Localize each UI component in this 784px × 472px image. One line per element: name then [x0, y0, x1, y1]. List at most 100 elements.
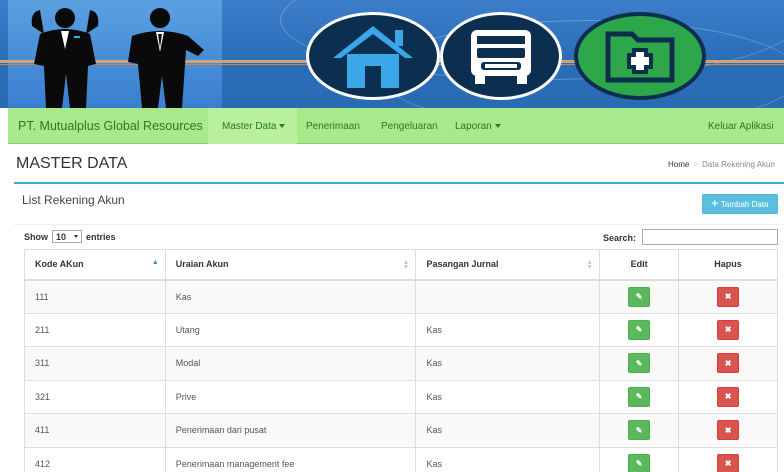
edit-icon: ✎	[635, 358, 643, 368]
caret-down-icon	[494, 124, 501, 129]
brand-link[interactable]: PT. Mutualplus Global Resources	[18, 119, 203, 133]
cell-pasangan: Kas	[415, 446, 601, 472]
table-row: 111 Kas ✎ ✖	[24, 279, 778, 314]
breadcrumb-separator: >	[693, 160, 699, 169]
caret-down-icon	[279, 124, 286, 129]
panel-divider	[14, 224, 784, 225]
col-header-edit: Edit	[599, 249, 680, 281]
nav-penerimaan[interactable]: Penerimaan	[306, 121, 360, 132]
delete-button[interactable]: ✖	[717, 453, 740, 472]
nav-master-data[interactable]: Master Data	[208, 108, 298, 144]
entries-select-value: 10	[56, 231, 67, 242]
businessman-silhouette-icon	[128, 8, 204, 108]
sort-asc-icon: ▲	[151, 259, 159, 266]
cell-uraian: Modal	[164, 346, 417, 381]
edit-button[interactable]: ✎	[628, 420, 651, 441]
col-header-kode[interactable]: Kode AKun ▲	[24, 249, 166, 281]
cell-uraian: Utang	[164, 312, 417, 347]
delete-button[interactable]: ✖	[717, 386, 740, 407]
col-header-hapus: Hapus	[678, 249, 778, 281]
cell-edit: ✎	[599, 413, 680, 448]
table-row: 411 Penerimaan dari pusat Kas ✎ ✖	[24, 413, 778, 448]
edit-button[interactable]: ✎	[628, 319, 651, 340]
cell-hapus: ✖	[678, 413, 778, 448]
nav-pengeluaran[interactable]: Pengeluaran	[381, 121, 438, 132]
col-header-kode-label: Kode AKun	[35, 259, 84, 270]
cell-edit: ✎	[599, 446, 680, 472]
search-label: Search:	[603, 233, 637, 243]
search-input[interactable]	[642, 229, 778, 245]
cell-uraian: Kas	[164, 279, 417, 314]
cell-hapus: ✖	[678, 446, 778, 472]
rekening-panel: List Rekening Akun + Tambah Data Show 10…	[14, 182, 784, 472]
breadcrumb: Home > Data Rekening Akun	[668, 160, 775, 169]
cell-pasangan: Kas	[415, 413, 601, 448]
table-row: 311 Modal Kas ✎ ✖	[24, 346, 778, 381]
show-label: Show	[24, 231, 48, 242]
entries-label: entries	[86, 231, 116, 242]
cell-edit: ✎	[599, 312, 680, 347]
cell-edit: ✎	[599, 346, 680, 381]
sort-both-icon: ▲ ▼	[402, 259, 410, 271]
sort-both-icon: ▲ ▼	[586, 259, 594, 271]
cell-uraian: Penerimaan dari pusat	[164, 413, 417, 448]
edit-button[interactable]: ✎	[628, 286, 651, 307]
add-data-label: Tambah Data	[720, 199, 769, 209]
main-navbar: PT. Mutualplus Global Resources Master D…	[8, 108, 784, 144]
cell-uraian: Prive	[164, 379, 417, 414]
add-data-button[interactable]: + Tambah Data	[702, 194, 778, 214]
table-row: 412 Penerimaan management fee Kas ✎ ✖	[24, 446, 778, 472]
col-header-pasangan[interactable]: Pasangan Jurnal ▲ ▼	[415, 249, 601, 281]
page-title: MASTER DATA	[16, 155, 128, 172]
cell-pasangan	[415, 279, 601, 314]
breadcrumb-current: Data Rekening Akun	[702, 160, 775, 169]
table-row: 321 Prive Kas ✎ ✖	[24, 379, 778, 414]
cell-hapus: ✖	[678, 312, 778, 347]
bus-icon	[440, 12, 562, 100]
breadcrumb-home[interactable]: Home	[668, 160, 689, 169]
edit-button[interactable]: ✎	[628, 353, 651, 374]
edit-icon: ✎	[635, 392, 643, 402]
delete-button[interactable]: ✖	[717, 286, 740, 307]
edit-icon: ✎	[635, 292, 643, 301]
close-icon: ✖	[724, 425, 732, 435]
cell-edit: ✎	[599, 279, 680, 314]
nav-laporan[interactable]: Laporan	[455, 121, 501, 132]
house-icon	[306, 12, 440, 100]
header-banner	[0, 0, 784, 108]
chevron-down-icon	[74, 235, 78, 238]
folder-add-icon	[574, 12, 706, 100]
edit-icon: ✎	[635, 459, 643, 469]
cell-edit: ✎	[599, 379, 680, 414]
nav-laporan-label: Laporan	[455, 121, 492, 132]
edit-icon: ✎	[635, 325, 643, 335]
entries-length-control: Show 10 entries	[24, 230, 116, 243]
close-icon: ✖	[724, 459, 732, 469]
entries-select[interactable]: 10	[52, 230, 82, 243]
col-header-uraian-label: Uraian Akun	[175, 259, 229, 270]
cell-hapus: ✖	[678, 279, 778, 314]
close-icon: ✖	[724, 325, 732, 335]
cell-hapus: ✖	[678, 346, 778, 381]
delete-button[interactable]: ✖	[717, 420, 740, 441]
close-icon: ✖	[724, 358, 732, 368]
delete-button[interactable]: ✖	[717, 319, 740, 340]
table-header-row: Kode AKun ▲ Uraian Akun ▲ ▼ Pasangan Jurnal…	[24, 249, 778, 281]
plus-icon: +	[711, 198, 718, 210]
col-header-uraian[interactable]: Uraian Akun ▲ ▼	[164, 249, 417, 281]
cell-pasangan: Kas	[415, 346, 601, 381]
cell-kode: 211	[24, 312, 166, 347]
edit-button[interactable]: ✎	[628, 386, 651, 407]
col-header-pasangan-label: Pasangan Jurnal	[426, 259, 499, 270]
edit-icon: ✎	[635, 425, 643, 435]
cell-kode: 411	[24, 413, 166, 448]
nav-master-data-label: Master Data	[222, 121, 277, 132]
edit-button[interactable]: ✎	[628, 453, 651, 472]
delete-button[interactable]: ✖	[717, 353, 740, 374]
cell-kode: 311	[24, 346, 166, 381]
cell-pasangan: Kas	[415, 379, 601, 414]
businessman-silhouette-icon	[31, 8, 99, 108]
cell-hapus: ✖	[678, 379, 778, 414]
logout-link[interactable]: Keluar Aplikasi	[708, 121, 774, 132]
cell-kode: 412	[24, 446, 166, 472]
